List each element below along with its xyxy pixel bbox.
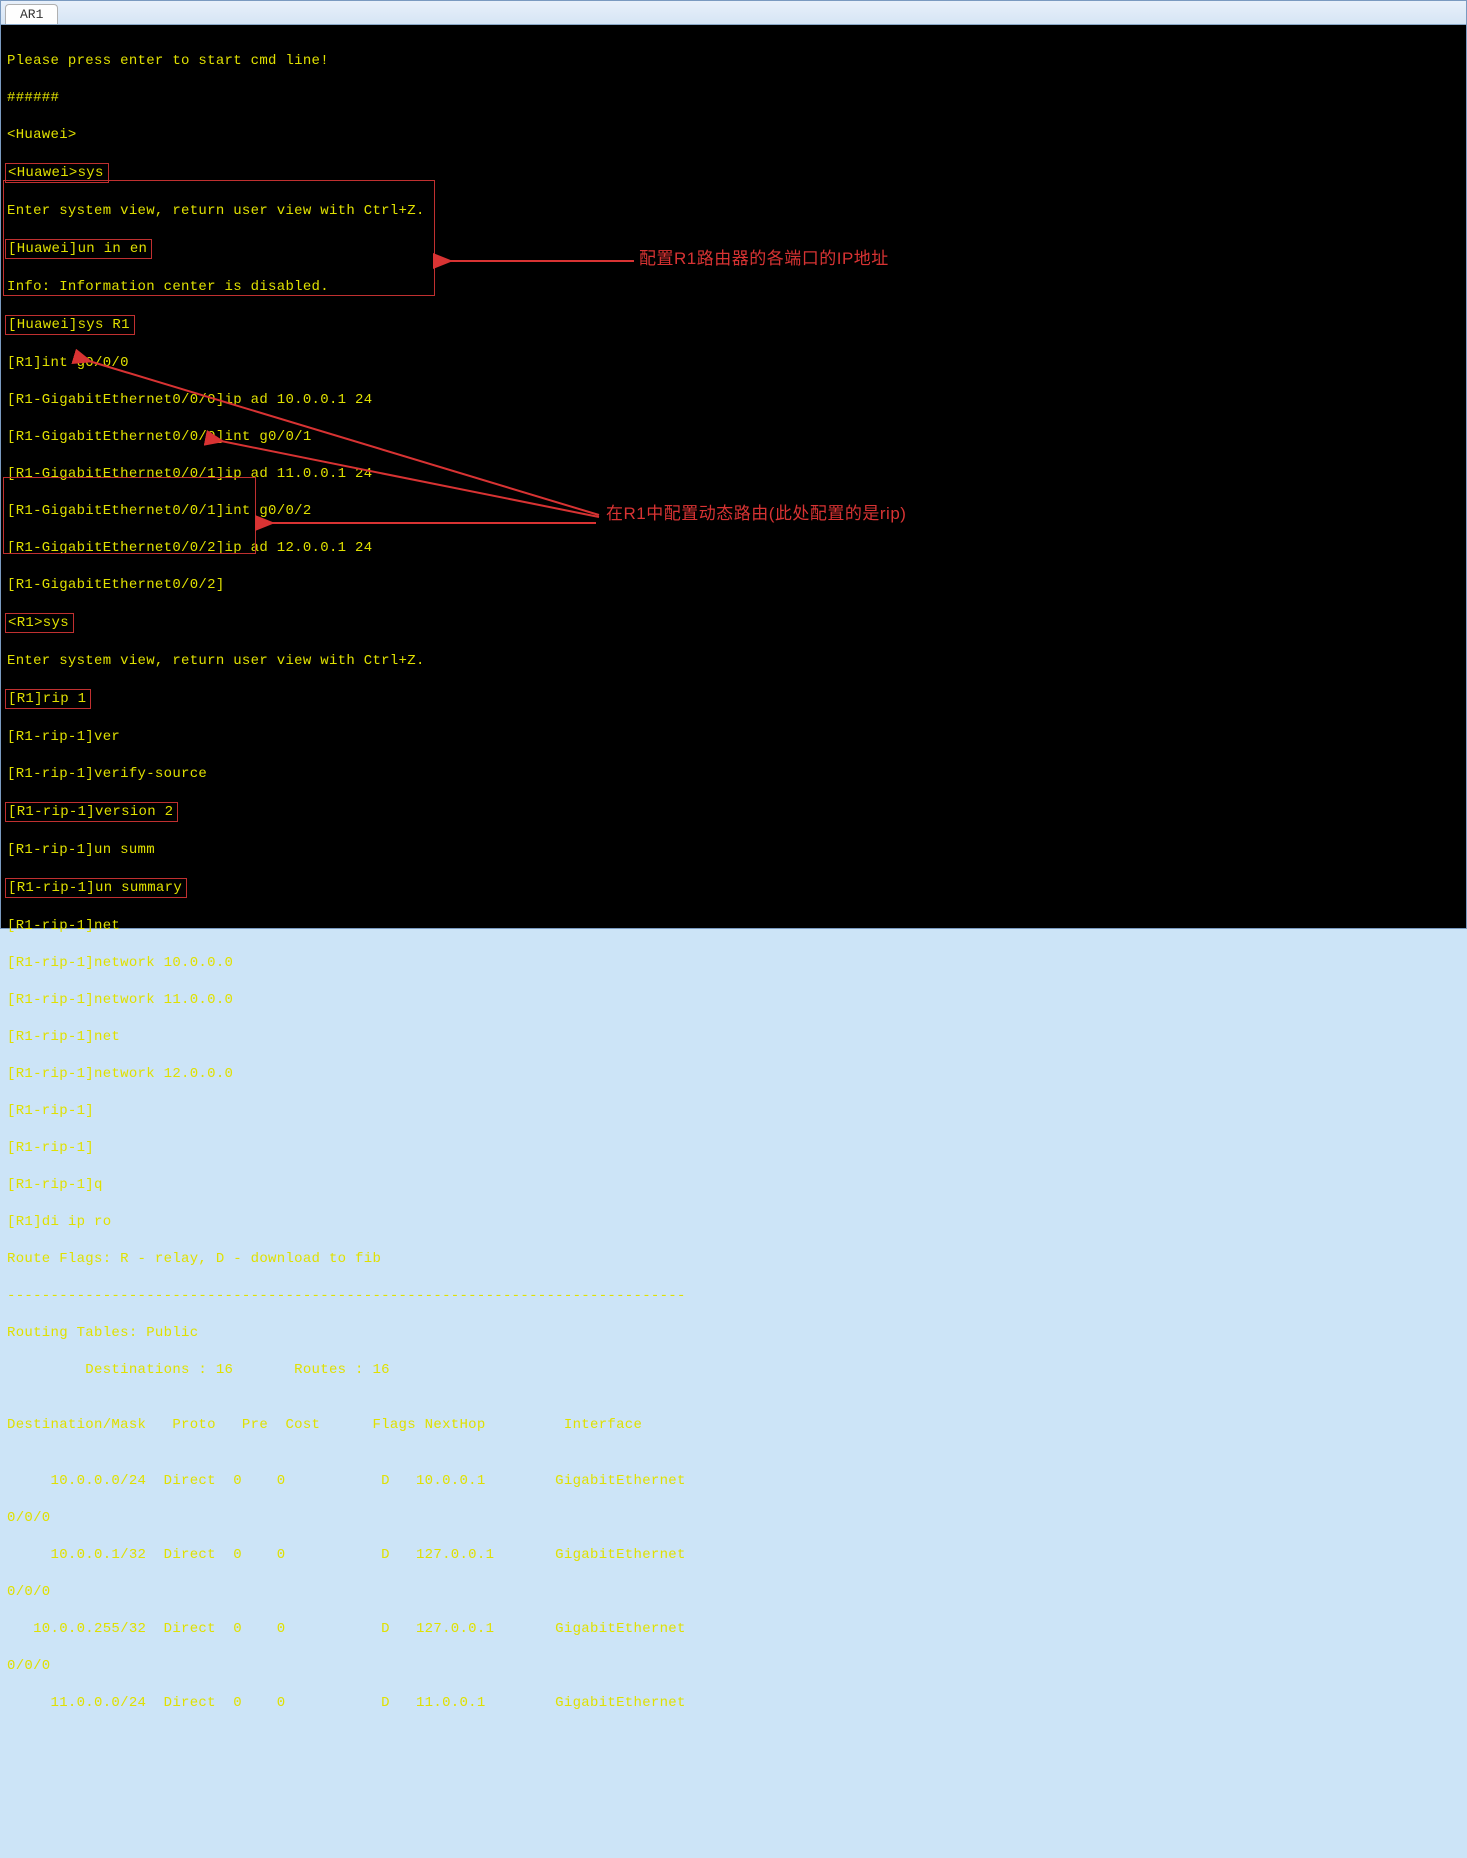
arrow-icon [261, 515, 596, 531]
highlight-box: [Huawei]sys R1 [5, 315, 135, 336]
terminal-line: [R1-rip-1]un summary [7, 878, 1460, 899]
terminal-line: [R1-rip-1]network 12.0.0.0 [7, 1065, 1460, 1084]
annotation-rip: 在R1中配置动态路由(此处配置的是rip) [606, 505, 906, 524]
terminal-line: Please press enter to start cmd line! [7, 52, 1460, 71]
arrow-icon [439, 253, 634, 269]
annotation-ip: 配置R1路由器的各端口的IP地址 [639, 250, 889, 269]
terminal-line: [R1-GigabitEthernet0/0/2] [7, 576, 1460, 595]
route-row: 10.0.0.0/24 Direct 0 0 D 10.0.0.1 Gigabi… [7, 1472, 1460, 1491]
highlight-box: <R1>sys [5, 613, 74, 634]
tab-ar1[interactable]: AR1 [5, 4, 58, 24]
highlight-box: [R1-rip-1]un summary [5, 878, 187, 899]
terminal-line: <R1>sys [7, 613, 1460, 634]
terminal-line: Destination/Mask Proto Pre Cost Flags Ne… [7, 1416, 1460, 1435]
terminal-line: [R1]di ip ro [7, 1213, 1460, 1232]
terminal-line: [R1]rip 1 [7, 689, 1460, 710]
terminal-line: [R1-rip-1] [7, 1139, 1460, 1158]
terminal-line: Route Flags: R - relay, D - download to … [7, 1250, 1460, 1269]
terminal-line: ###### [7, 89, 1460, 108]
terminal-line: [R1-rip-1]ver [7, 728, 1460, 747]
highlight-box: [R1]rip 1 [5, 689, 91, 710]
terminal-line: [R1-rip-1] [7, 1102, 1460, 1121]
terminal-line: [Huawei]sys R1 [7, 315, 1460, 336]
terminal-line: [R1-rip-1]q [7, 1176, 1460, 1195]
terminal-line: ----------------------------------------… [7, 1287, 1460, 1306]
terminal-line: [R1-rip-1]un summ [7, 841, 1460, 860]
route-row: 10.0.0.1/32 Direct 0 0 D 127.0.0.1 Gigab… [7, 1546, 1460, 1565]
terminal-line: Destinations : 16 Routes : 16 [7, 1361, 1460, 1380]
terminal-line: [R1-rip-1]net [7, 1028, 1460, 1047]
terminal-line: Enter system view, return user view with… [7, 652, 1460, 671]
terminal-line: [R1-rip-1]version 2 [7, 802, 1460, 823]
route-row: 0/0/0 [7, 1657, 1460, 1676]
route-row: 0/0/0 [7, 1509, 1460, 1528]
arrow-icon [211, 435, 599, 525]
terminal-window[interactable]: Please press enter to start cmd line! ##… [1, 25, 1466, 928]
route-row: 11.0.0.0/24 Direct 0 0 D 11.0.0.1 Gigabi… [7, 1694, 1460, 1713]
route-row: 10.0.0.255/32 Direct 0 0 D 127.0.0.1 Gig… [7, 1620, 1460, 1639]
terminal-line: [R1-rip-1]network 11.0.0.0 [7, 991, 1460, 1010]
route-row: 0/0/0 [7, 1583, 1460, 1602]
highlight-box: [R1-rip-1]version 2 [5, 802, 178, 823]
tab-bar: AR1 [1, 1, 1466, 25]
terminal-line: [R1-rip-1]verify-source [7, 765, 1460, 784]
terminal-line: [R1-rip-1]network 10.0.0.0 [7, 954, 1460, 973]
terminal-line: Routing Tables: Public [7, 1324, 1460, 1343]
terminal-line: <Huawei> [7, 126, 1460, 145]
terminal-line: [R1-rip-1]net [7, 917, 1460, 936]
highlight-box-ip-config [3, 180, 435, 296]
